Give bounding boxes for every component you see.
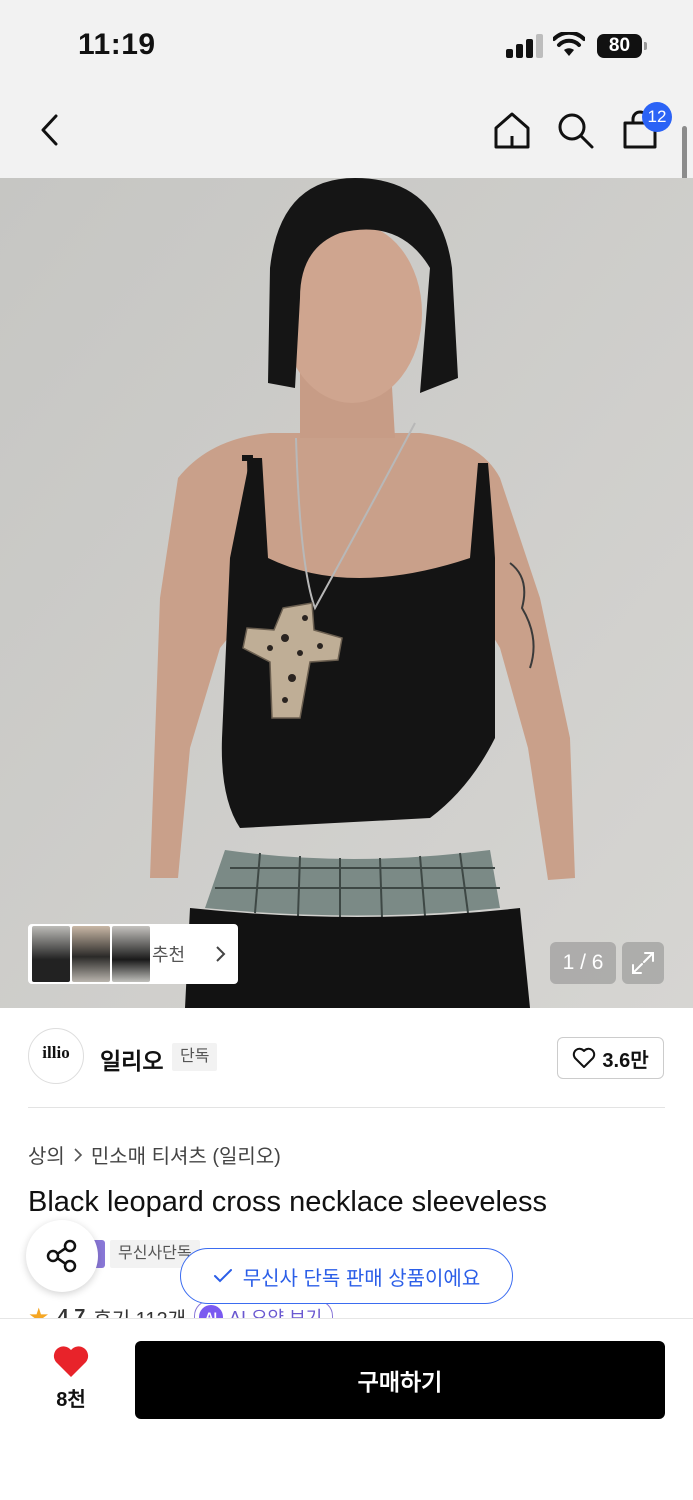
- wifi-icon: [553, 32, 585, 56]
- divider: [28, 1107, 665, 1108]
- breadcrumb: 상의 민소매 티셔츠 (일리오): [28, 1140, 281, 1169]
- toast-text: 무신사 단독 판매 상품이에요: [242, 1267, 481, 1290]
- reco-thumbnail[interactable]: [112, 926, 150, 982]
- brand-like-button[interactable]: 3.6만: [557, 1037, 664, 1079]
- recommend-label: 추천: [152, 945, 186, 965]
- top-nav-bar: 12: [0, 90, 693, 178]
- checkmark-icon: [213, 1269, 232, 1283]
- back-button[interactable]: [28, 108, 72, 152]
- reco-thumbnail[interactable]: [72, 926, 110, 982]
- cart-count-badge: 12: [642, 102, 672, 132]
- share-button[interactable]: [26, 1220, 98, 1292]
- product-title: Black leopard cross necklace sleeveless: [28, 1186, 548, 1218]
- ai-summary-label: AI 요약 보기: [228, 1308, 323, 1318]
- heart-filled-icon: [53, 1346, 89, 1377]
- chevron-right-icon: [74, 1147, 82, 1162]
- home-button[interactable]: [490, 108, 534, 152]
- share-icon: [46, 1239, 77, 1273]
- cellular-signal-icon: [506, 34, 543, 58]
- back-chevron-icon: [41, 114, 58, 146]
- battery-level: 80: [597, 34, 642, 58]
- recommendation-thumbnails[interactable]: 추천: [28, 924, 238, 984]
- cart-button[interactable]: 12: [618, 102, 672, 152]
- buy-button[interactable]: 구매하기: [135, 1341, 665, 1419]
- expand-icon: [632, 952, 654, 974]
- breadcrumb-subcategory[interactable]: 민소매 티셔츠 (일리오): [91, 1140, 281, 1169]
- reco-thumbnail[interactable]: [32, 926, 70, 982]
- breadcrumb-category[interactable]: 상의: [28, 1140, 65, 1169]
- brand-like-count: 3.6만: [602, 1049, 649, 1072]
- expand-image-button[interactable]: [622, 942, 664, 984]
- status-bar: 11:19 80: [0, 0, 693, 90]
- search-button[interactable]: [553, 108, 597, 152]
- exclusive-toast: 무신사 단독 판매 상품이에요: [180, 1248, 513, 1304]
- wishlist-button[interactable]: 8천: [40, 1345, 102, 1419]
- brand-name[interactable]: 일리오: [100, 1042, 163, 1076]
- wishlist-count: 8천: [56, 1389, 86, 1411]
- brand-logo-text: illio: [42, 1043, 70, 1062]
- product-photo: [0, 178, 693, 1008]
- ai-icon: AI: [198, 1305, 223, 1318]
- bottom-action-bar: 8천 구매하기: [0, 1318, 693, 1500]
- star-icon: ★: [28, 1303, 50, 1319]
- product-image-gallery[interactable]: 추천 1 / 6: [0, 178, 693, 1008]
- search-icon: [558, 113, 594, 149]
- status-time: 11:19: [78, 28, 156, 61]
- battery-icon: 80: [597, 34, 647, 58]
- chevron-right-icon: [216, 946, 226, 962]
- brand-logo-underline: [55, 1063, 56, 1068]
- review-count[interactable]: 후기 112개: [93, 1303, 186, 1319]
- heart-outline-icon: [573, 1047, 596, 1068]
- exclusive-tag: 단독: [172, 1043, 218, 1071]
- rating-value: 4.7: [57, 1305, 86, 1319]
- home-icon: [494, 112, 530, 149]
- image-page-indicator: 1 / 6: [550, 942, 616, 984]
- brand-logo[interactable]: illio: [28, 1028, 84, 1084]
